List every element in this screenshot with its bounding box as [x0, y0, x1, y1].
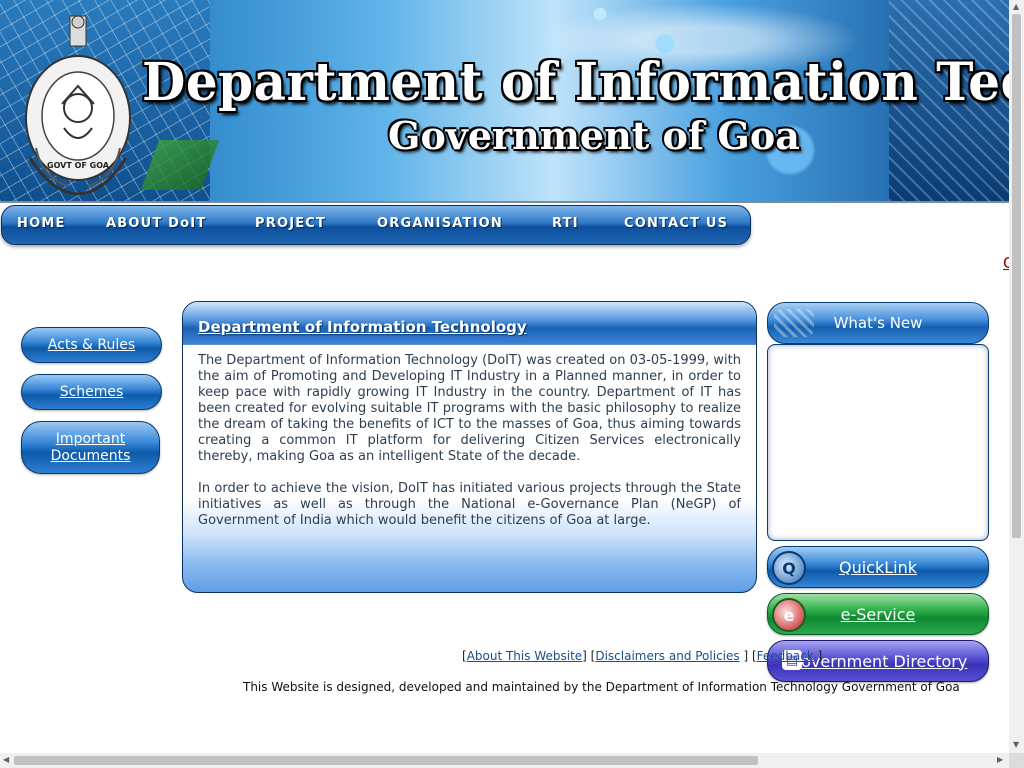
main-navigation: HOME ABOUT DoIT PROJECT ORGANISATION RTI…	[1, 205, 751, 245]
scroll-left-arrow-icon[interactable]: ◀	[3, 756, 9, 764]
content-body: The Department of Information Technology…	[198, 353, 741, 545]
eservice-label: e-Service	[840, 604, 916, 624]
intro-paragraph: The Department of Information Technology…	[198, 353, 741, 464]
horizontal-scroll-thumb[interactable]	[14, 756, 758, 765]
nav-home[interactable]: HOME	[17, 216, 66, 231]
nav-contact-us[interactable]: CONTACT US	[624, 216, 728, 231]
nav-rti[interactable]: RTI	[552, 216, 579, 231]
diamond-pattern-icon	[774, 309, 814, 337]
main-content-panel: Department of Information Technology The…	[182, 301, 757, 593]
sidebar-item-label: Acts & Rules	[47, 336, 136, 353]
quicklink-button[interactable]: Q QuickLink	[767, 546, 989, 588]
horizontal-scrollbar[interactable]: ◀ ▶	[0, 753, 1009, 768]
whats-new-label: What's New	[833, 314, 923, 332]
scroll-up-arrow-icon[interactable]: ▲	[1013, 3, 1019, 11]
sidebar-item-label: Important Documents	[50, 430, 131, 464]
vertical-scrollbar[interactable]: ▲ ▼	[1009, 0, 1024, 753]
sidebar-item-schemes[interactable]: Schemes	[21, 374, 162, 410]
whats-new-header: What's New	[767, 302, 989, 344]
vertical-scroll-thumb[interactable]	[1012, 14, 1021, 538]
sidebar-item-label: Schemes	[59, 383, 124, 400]
scroll-down-arrow-icon[interactable]: ▼	[1013, 741, 1019, 749]
content-heading[interactable]: Department of Information Technology	[198, 318, 527, 336]
sidebar-item-important-documents[interactable]: Important Documents	[21, 421, 160, 474]
vision-paragraph: In order to achieve the vision, DoIT has…	[198, 481, 741, 528]
scroll-right-arrow-icon[interactable]: ▶	[997, 756, 1003, 764]
sidebar-item-acts-rules[interactable]: Acts & Rules	[21, 327, 162, 363]
disclaimers-link[interactable]: Disclaimers and Policies	[595, 649, 739, 663]
footer-credit: This Website is designed, developed and …	[243, 680, 960, 694]
eservice-button[interactable]: e e-Service	[767, 593, 989, 635]
goa-emblem-logo: GOVT OF GOA	[25, 15, 131, 196]
scrollbar-corner	[1009, 753, 1024, 768]
header-banner: GOVT OF GOA Department of Information Te…	[0, 0, 1009, 203]
footer-links: [About This Website] [Disclaimers and Po…	[462, 649, 823, 663]
nav-about-doit[interactable]: ABOUT DoIT	[106, 216, 206, 231]
magnifier-icon: Q	[772, 551, 806, 585]
site-subtitle: Government of Goa	[388, 113, 800, 158]
e-globe-icon: e	[772, 598, 806, 632]
svg-text:GOVT OF GOA: GOVT OF GOA	[47, 161, 110, 170]
nav-project[interactable]: PROJECT	[255, 216, 326, 231]
about-website-link[interactable]: About This Website	[467, 649, 582, 663]
nav-organisation[interactable]: ORGANISATION	[377, 216, 503, 231]
whats-new-panel[interactable]	[767, 344, 989, 541]
feedback-link[interactable]: Feedback	[757, 649, 814, 663]
quicklink-label: QuickLink	[838, 557, 917, 577]
site-title: Department of Information Technology	[142, 50, 1009, 113]
